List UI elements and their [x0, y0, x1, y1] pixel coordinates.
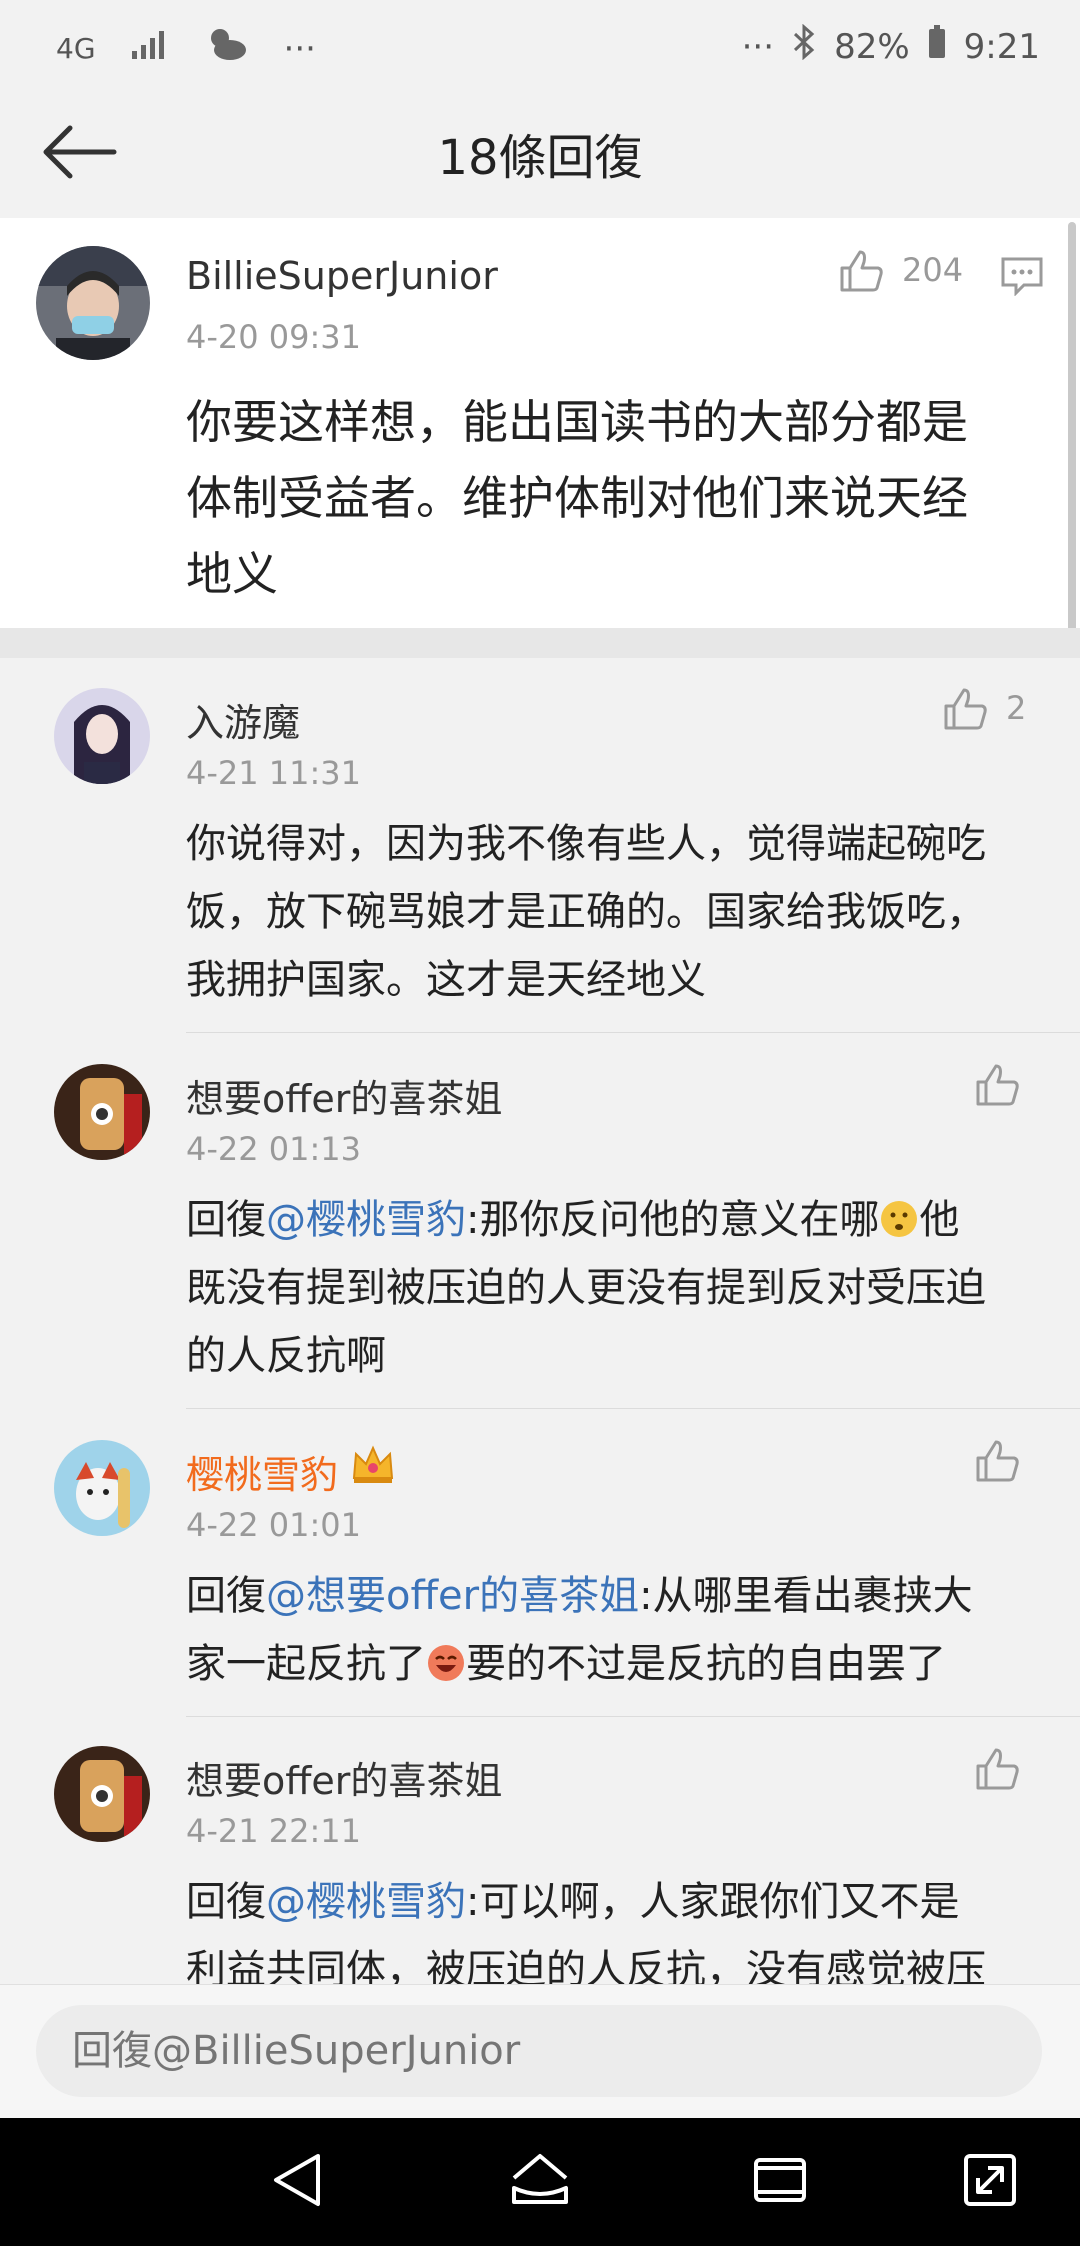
thumbs-up-icon [944, 688, 987, 730]
commenter-name[interactable]: BillieSuperJunior [186, 254, 498, 298]
comment-text: 你要这样想，能出国读书的大部分都是 体制受益者。维护体制对他们来说天经 地义 [186, 384, 968, 612]
thumbs-up-icon [976, 1748, 1019, 1790]
like-button[interactable] [974, 1438, 1020, 1482]
thinking-emoji-icon [879, 1192, 919, 1237]
network-indicator: 4G [56, 32, 96, 65]
avatar[interactable] [54, 1440, 150, 1536]
like-button[interactable] [974, 1746, 1020, 1790]
mention-link[interactable]: @想要offer的喜茶姐 [266, 1573, 639, 1619]
system-nav-bar [0, 2118, 1080, 2246]
reply-time: 4-22 01:01 [186, 1506, 362, 1544]
comment-line: 你要这样想，能出国读书的大部分都是 [186, 395, 968, 449]
nav-expand-button[interactable] [958, 2148, 1022, 2212]
laughing-emoji-icon [426, 1636, 466, 1681]
replier-name[interactable]: 想要offer的喜茶姐 [186, 1750, 502, 1805]
like-button[interactable]: 2 [942, 686, 1026, 730]
title-bar: 18條回復 [0, 90, 1080, 219]
reply-time: 4-21 22:11 [186, 1812, 362, 1850]
reply-text: 回復@想要offer的喜茶姐:从哪里看出裹挟大 家一起反抗了 要的不过是反抗的自由… [186, 1562, 973, 1698]
clock: 9:21 [963, 26, 1040, 67]
triangle-back-icon [274, 2154, 320, 2206]
reply-line: 你说得对，因为我不像有些人，觉得端起碗吃 [186, 821, 986, 867]
like-count: 2 [1006, 689, 1027, 727]
battery-percent: 82% [834, 26, 910, 67]
nav-recents-button[interactable] [748, 2148, 812, 2212]
reply-input[interactable] [36, 2005, 1042, 2097]
crown-badge-icon [350, 1442, 396, 1490]
reply-text: 回復@樱桃雪豹:那你反问他的意义在哪他 既没有提到被压迫的人更没有提到反对受压迫… [186, 1186, 986, 1390]
reply-line: 我拥护国家。这才是天经地义 [186, 957, 706, 1003]
battery-icon [928, 25, 946, 68]
like-count: 204 [902, 251, 964, 289]
thumbs-up-icon [976, 1440, 1019, 1482]
more-status-right: ··· [741, 26, 775, 67]
reply-bar [0, 1984, 1080, 2119]
comment-line: 体制受益者。维护体制对他们来说天经 [186, 471, 968, 525]
thumbs-up-icon [840, 250, 883, 292]
divider [186, 1408, 1080, 1409]
bluetooth-icon [792, 23, 816, 69]
reply-text: 回復@樱桃雪豹:可以啊，人家跟你们又不是 利益共同体，被压迫的人反抗，没有感觉被… [186, 1868, 986, 1984]
reply-text: 你说得对，因为我不像有些人，觉得端起碗吃 饭，放下碗骂娘才是正确的。国家给我饭吃… [186, 810, 986, 1014]
avatar[interactable] [54, 1746, 150, 1842]
thumbs-up-icon [976, 1064, 1019, 1106]
comment-line: 地义 [186, 547, 278, 601]
page-title: 18條回復 [437, 130, 643, 186]
reply-line: 的人反抗啊 [186, 1333, 386, 1379]
reply-time: 4-21 11:31 [186, 754, 362, 792]
reply-line: 饭，放下碗骂娘才是正确的。国家给我饭吃， [186, 889, 986, 935]
avatar[interactable] [54, 1064, 150, 1160]
nav-back-button[interactable] [268, 2148, 332, 2212]
avatar[interactable] [36, 246, 150, 360]
reply-line: 家一起反抗了 要的不过是反抗的自由罢了 [186, 1630, 973, 1698]
comment-time: 4-20 09:31 [186, 318, 362, 356]
more-status-left: ··· [283, 28, 316, 69]
signal-icon [130, 27, 170, 70]
reply-line: 回復@樱桃雪豹:那你反问他的意义在哪他 [186, 1186, 986, 1254]
recents-icon [754, 2158, 806, 2202]
reply-time: 4-22 01:13 [186, 1130, 362, 1168]
nav-home-button[interactable] [508, 2148, 572, 2212]
like-button[interactable]: 204 [838, 248, 963, 292]
comment-icon [1001, 257, 1043, 297]
mention-link[interactable]: @樱桃雪豹 [266, 1197, 466, 1243]
section-separator [0, 628, 1080, 658]
reply-line: 既没有提到被压迫的人更没有提到反对受压迫 [186, 1265, 986, 1311]
replier-name[interactable]: 入游魔 [186, 692, 300, 747]
reply-line: 回復@樱桃雪豹:可以啊，人家跟你们又不是 [186, 1879, 960, 1925]
avatar[interactable] [54, 688, 150, 784]
reply-list: 入游魔 4-21 11:31 2 你说得对，因为我不像有些人，觉得端起碗吃 饭，… [0, 658, 1080, 1984]
mention-link[interactable]: @樱桃雪豹 [266, 1879, 466, 1925]
divider [186, 1032, 1080, 1033]
status-bar: 4G ··· ··· 82% 9:21 [0, 0, 1080, 90]
comment-icon-button[interactable] [1000, 256, 1044, 300]
replier-name[interactable]: 樱桃雪豹 [186, 1444, 338, 1499]
like-button[interactable] [974, 1062, 1020, 1106]
divider [186, 1716, 1080, 1717]
expand-icon [964, 2154, 1016, 2206]
main-comment: BillieSuperJunior 4-20 09:31 204 你要这样想，能… [0, 218, 1080, 628]
replier-name[interactable]: 想要offer的喜茶姐 [186, 1068, 502, 1123]
reply-line: 回復@想要offer的喜茶姐:从哪里看出裹挟大 [186, 1573, 973, 1619]
weather-icon [204, 24, 250, 73]
home-icon [512, 2154, 568, 2204]
reply-line: 利益共同体，被压迫的人反抗，没有感觉被压 [186, 1947, 986, 1984]
